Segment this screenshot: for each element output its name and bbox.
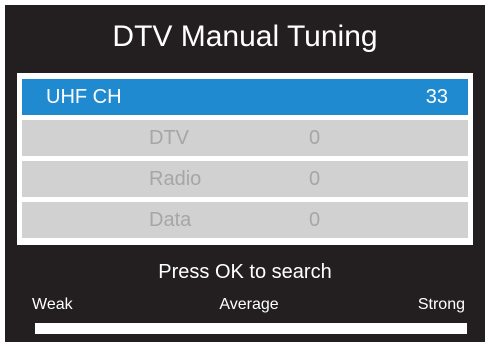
- data-result-row: Data 0: [22, 202, 468, 238]
- page-title: DTV Manual Tuning: [112, 20, 378, 53]
- tuning-screen: DTV Manual Tuning UHF CH 33 DTV 0 Radio …: [5, 5, 485, 342]
- dtv-result-row: DTV 0: [22, 120, 468, 156]
- radio-label: Radio: [149, 168, 202, 190]
- uhf-channel-value[interactable]: 33: [426, 79, 448, 115]
- uhf-channel-label: UHF CH: [46, 86, 122, 108]
- data-label: Data: [149, 209, 192, 231]
- tuning-menu: UHF CH 33 DTV 0 Radio 0 Data 0: [17, 73, 473, 245]
- radio-count: 0: [309, 168, 321, 190]
- signal-scale-labels: Weak Average Strong: [5, 294, 485, 316]
- signal-strong-label: Strong: [417, 296, 465, 313]
- dtv-count: 0: [309, 127, 321, 149]
- radio-result-row: Radio 0: [22, 161, 468, 197]
- signal-strength-bar: [35, 323, 467, 334]
- dtv-label: DTV: [149, 127, 189, 149]
- uhf-channel-row[interactable]: UHF CH 33: [22, 79, 468, 115]
- data-count: 0: [309, 209, 321, 231]
- search-prompt: Press OK to search: [158, 261, 332, 283]
